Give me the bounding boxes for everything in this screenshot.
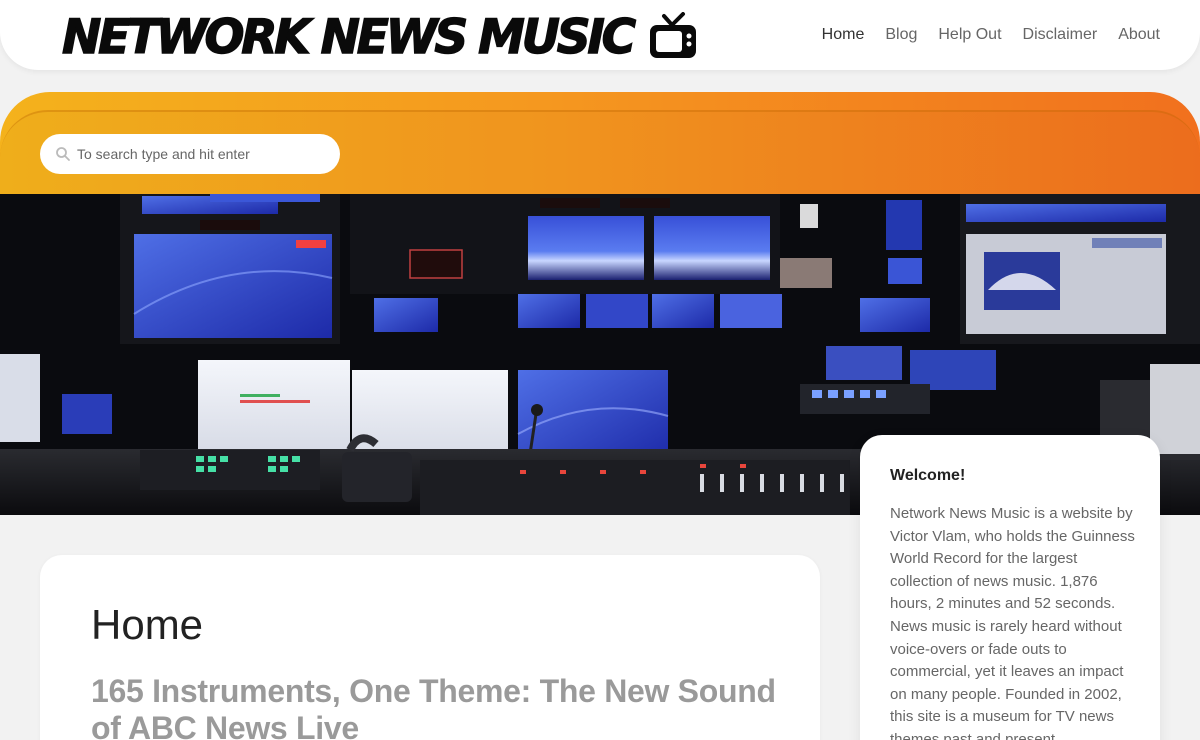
welcome-text: Network News Music is a website by Victo… xyxy=(890,505,1135,740)
post-title-link[interactable]: 165 Instruments, One Theme: The New Soun… xyxy=(91,673,781,740)
welcome-widget: Welcome! Network News Music is a website… xyxy=(860,435,1160,740)
tv-icon xyxy=(649,12,696,58)
nav-help-out[interactable]: Help Out xyxy=(938,26,1001,44)
site-logo[interactable]: NETWORK NEWS MUSIC xyxy=(61,10,699,64)
search-input[interactable] xyxy=(77,146,317,162)
site-header: NETWORK NEWS MUSIC Home Blog Help Out Di… xyxy=(0,0,1200,70)
nav-blog[interactable]: Blog xyxy=(885,26,917,44)
page-title: Home xyxy=(91,601,204,648)
nav-about[interactable]: About xyxy=(1118,26,1160,44)
main-content-card: Home 165 Instruments, One Theme: The New… xyxy=(40,555,820,740)
nav-home[interactable]: Home xyxy=(822,26,865,44)
logo-text[interactable]: NETWORK NEWS MUSIC xyxy=(61,13,637,61)
main-nav: Home Blog Help Out Disclaimer About xyxy=(822,26,1160,44)
nav-disclaimer[interactable]: Disclaimer xyxy=(1023,26,1098,44)
search-icon xyxy=(56,147,70,161)
search-box[interactable] xyxy=(40,134,340,174)
welcome-title: Welcome! xyxy=(890,467,966,484)
search-band xyxy=(0,92,1200,196)
